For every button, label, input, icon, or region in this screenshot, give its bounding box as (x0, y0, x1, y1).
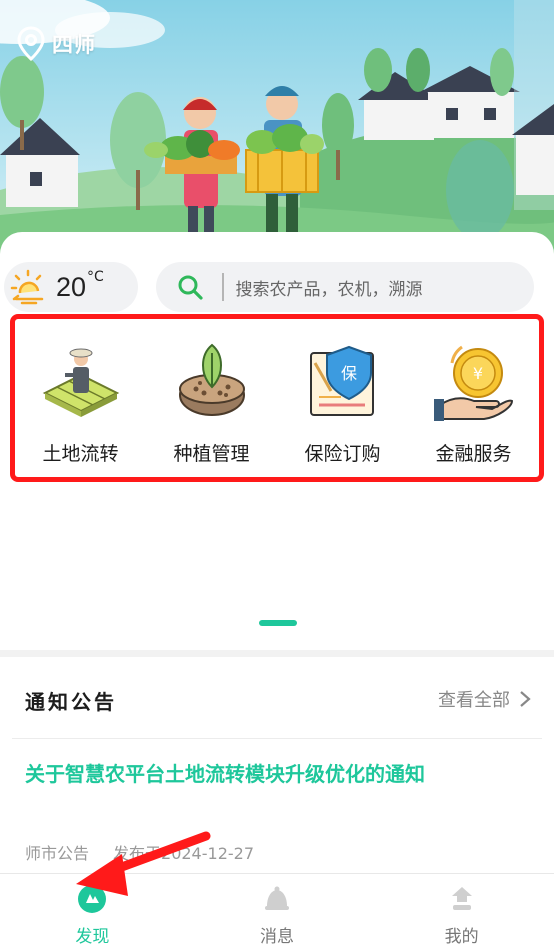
temperature-unit: °C (87, 269, 104, 285)
discover-icon (78, 885, 107, 913)
notice-item-title[interactable]: 关于智慧农平台土地流转模块升级优化的通知 (25, 758, 425, 787)
service-finance[interactable]: ¥ 金融服务 (408, 319, 539, 477)
insurance-icon: 保 (309, 345, 374, 416)
search-divider (222, 273, 224, 301)
chevron-right-icon (520, 691, 531, 707)
service-label: 保险订购 (304, 443, 381, 465)
notice-heading: 通知公告 (25, 690, 117, 714)
service-grid: 土地流转 种植管理 保 保险订购 ¥ 金融服务 (10, 314, 544, 482)
service-label: 金融服务 (435, 443, 512, 465)
finance-icon: ¥ (433, 345, 513, 421)
weather-widget[interactable]: 20 °C (4, 262, 138, 312)
location-selector[interactable]: 四师 (16, 26, 96, 62)
page-indicator (259, 620, 297, 626)
location-pin-icon (17, 26, 45, 62)
section-separator (0, 650, 554, 657)
tab-profile[interactable]: 我的 (369, 874, 554, 948)
notice-date: 发布于2024-12-27 (113, 844, 255, 863)
location-name: 四师 (52, 33, 96, 57)
service-insurance[interactable]: 保 保险订购 (277, 319, 408, 477)
service-land-transfer[interactable]: 土地流转 (15, 319, 146, 477)
notice-item-meta: 师市公告 发布于2024-12-27 (25, 840, 254, 864)
notice-source: 师市公告 (25, 844, 90, 863)
hero-banner: 四师 (0, 0, 554, 260)
tab-discover[interactable]: 发现 (0, 874, 185, 948)
search-bar[interactable]: 搜索农产品，农机，溯源 (156, 262, 534, 312)
tab-messages[interactable]: 消息 (185, 874, 370, 948)
profile-icon (451, 887, 472, 910)
main-card: 20 °C 搜索农产品，农机，溯源 土地流转 种植管理 保 保险订购 ¥ 金融服… (0, 232, 554, 650)
service-label: 种植管理 (173, 443, 250, 465)
search-placeholder: 搜索农产品，农机，溯源 (235, 279, 423, 300)
planting-icon (178, 343, 245, 416)
sunny-weather-icon (10, 269, 44, 305)
tab-label: 消息 (260, 927, 294, 947)
svg-text:保: 保 (340, 364, 356, 383)
temperature-value: 20 (56, 271, 87, 302)
service-label: 土地流转 (42, 443, 119, 465)
search-icon (178, 275, 203, 300)
tab-label: 发现 (75, 927, 110, 947)
messages-icon (265, 886, 289, 910)
service-planting[interactable]: 种植管理 (146, 319, 277, 477)
view-all-label: 查看全部 (438, 690, 510, 711)
divider (12, 738, 542, 739)
view-all-link[interactable]: 查看全部 (438, 686, 532, 712)
svg-text:¥: ¥ (472, 364, 482, 383)
land-transfer-icon (42, 348, 119, 417)
tab-label: 我的 (444, 927, 479, 947)
bottom-tab-bar: 发现 消息 我的 (0, 873, 554, 948)
